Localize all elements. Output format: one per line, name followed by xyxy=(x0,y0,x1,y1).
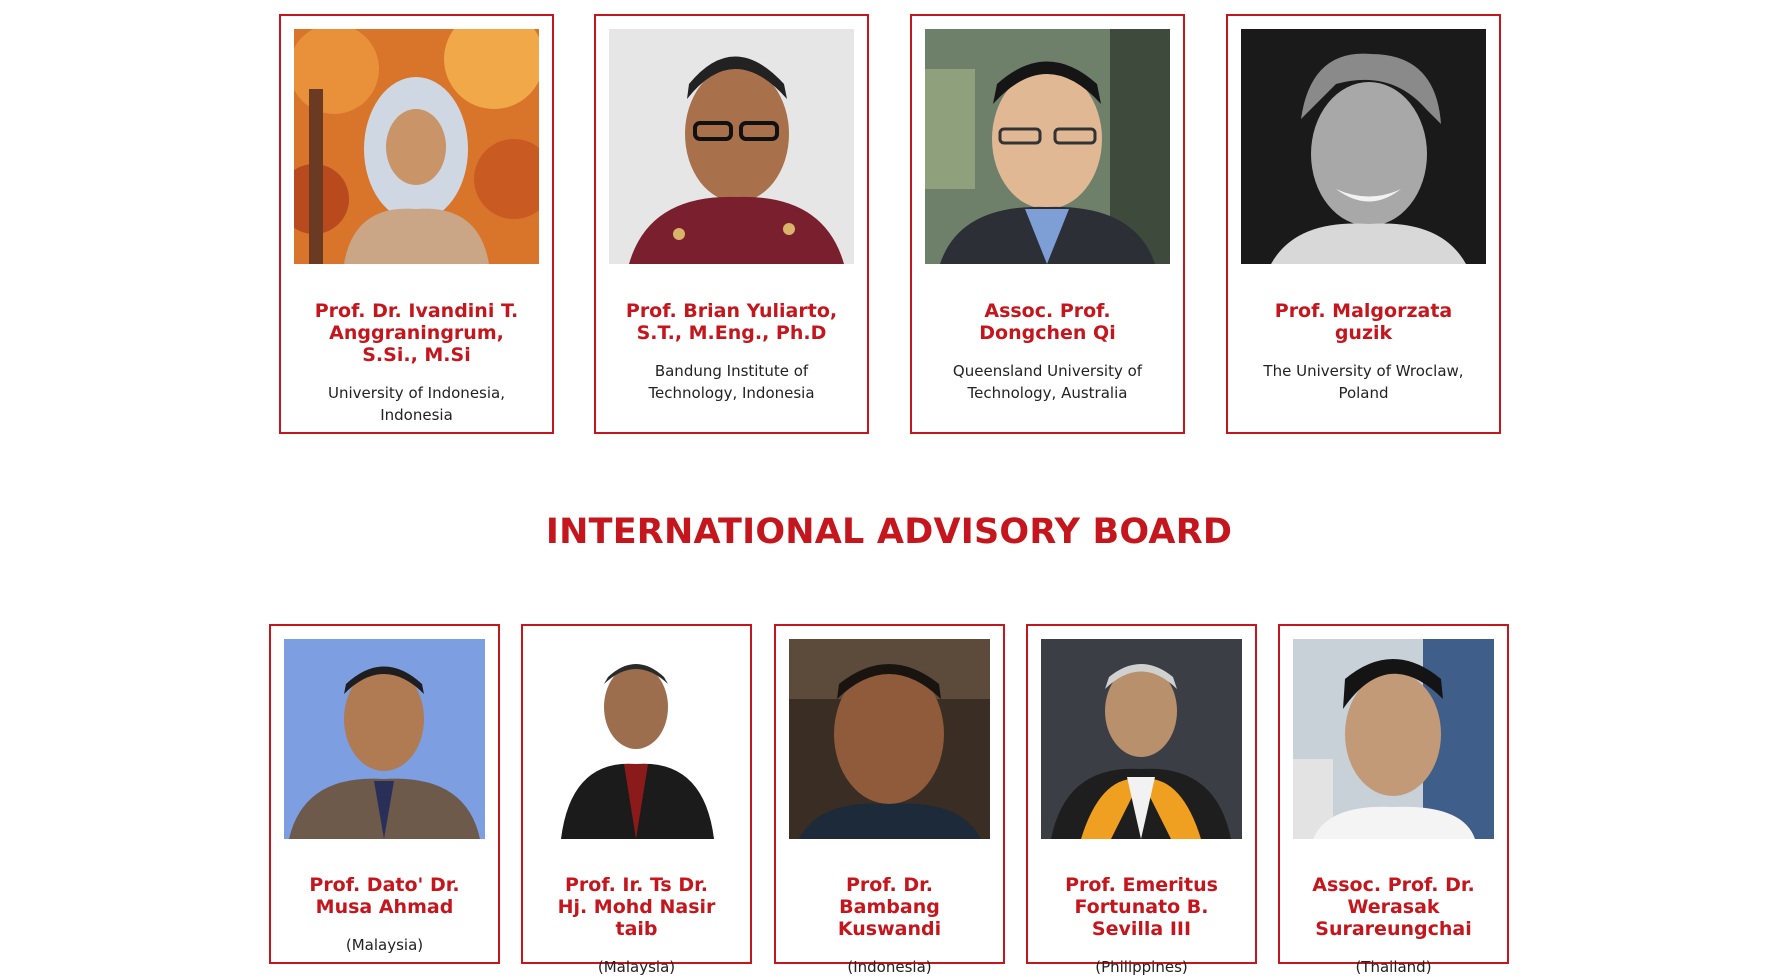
advisor-photo xyxy=(536,639,737,839)
advisor-name: Prof. Ir. Ts Dr. Hj. Mohd Nasir taib xyxy=(557,874,716,940)
member-photo xyxy=(925,29,1170,264)
advisor-country: (Malaysia) xyxy=(597,958,676,976)
advisor-card: Assoc. Prof. Dr. Werasak Surareungchai (Th… xyxy=(1278,624,1509,976)
advisor-name: Prof. Dato' Dr. Musa Ahmad xyxy=(309,874,460,918)
member-card: Assoc. Prof. Dongchen Qi Queensland Unive… xyxy=(910,14,1185,434)
advisor-photo xyxy=(284,639,485,839)
advisor-name: Prof. Emeritus Fortunato B. Sevilla III xyxy=(1065,874,1218,940)
member-photo xyxy=(609,29,854,264)
advisory-row: Prof. Dato' Dr. Musa Ahmad (Malaysia) Pro… xyxy=(0,624,1778,976)
member-name: Prof. Malgorzata guzik xyxy=(1274,300,1453,344)
member-affiliation: Bandung Institute of Technology, Indonesi… xyxy=(648,362,815,402)
advisor-card: Prof. Emeritus Fortunato B. Sevilla III (P… xyxy=(1026,624,1257,976)
member-card: Prof. Dr. Ivandini T. Anggraningrum, S.Si.… xyxy=(279,14,554,434)
member-card: Prof. Brian Yuliarto, S.T., M.Eng., Ph.D … xyxy=(594,14,869,434)
member-name: Prof. Brian Yuliarto, S.T., M.Eng., Ph.D xyxy=(625,300,838,344)
advisor-photo xyxy=(1293,639,1494,839)
advisor-photo xyxy=(1041,639,1242,839)
advisor-country: (Indonesia) xyxy=(847,958,932,976)
advisor-name: Assoc. Prof. Dr. Werasak Surareungchai xyxy=(1312,874,1475,940)
advisor-country: (Thailand) xyxy=(1355,958,1432,976)
member-photo xyxy=(1241,29,1486,264)
advisor-country: (Philippines) xyxy=(1095,958,1188,976)
member-name: Assoc. Prof. Dongchen Qi xyxy=(979,300,1116,344)
member-affiliation: The University of Wroclaw, Poland xyxy=(1263,362,1464,402)
member-card: Prof. Malgorzata guzik The University of … xyxy=(1226,14,1501,434)
committee-row: Prof. Dr. Ivandini T. Anggraningrum, S.Si.… xyxy=(0,14,1778,434)
member-photo xyxy=(294,29,539,264)
advisor-name: Prof. Dr. Bambang Kuswandi xyxy=(837,874,942,940)
member-name: Prof. Dr. Ivandini T. Anggraningrum, S.Si.… xyxy=(314,300,519,366)
section-heading: INTERNATIONAL ADVISORY BOARD xyxy=(545,512,1233,552)
advisor-photo xyxy=(789,639,990,839)
member-affiliation: University of Indonesia, Indonesia xyxy=(328,384,505,424)
advisor-card: Prof. Ir. Ts Dr. Hj. Mohd Nasir taib (Mala… xyxy=(521,624,752,976)
member-affiliation: Queensland University of Technology, Aust… xyxy=(952,362,1143,402)
advisor-card: Prof. Dato' Dr. Musa Ahmad (Malaysia) xyxy=(269,624,500,964)
advisor-country: (Malaysia) xyxy=(345,936,424,954)
advisor-card: Prof. Dr. Bambang Kuswandi (Indonesia) xyxy=(774,624,1005,976)
